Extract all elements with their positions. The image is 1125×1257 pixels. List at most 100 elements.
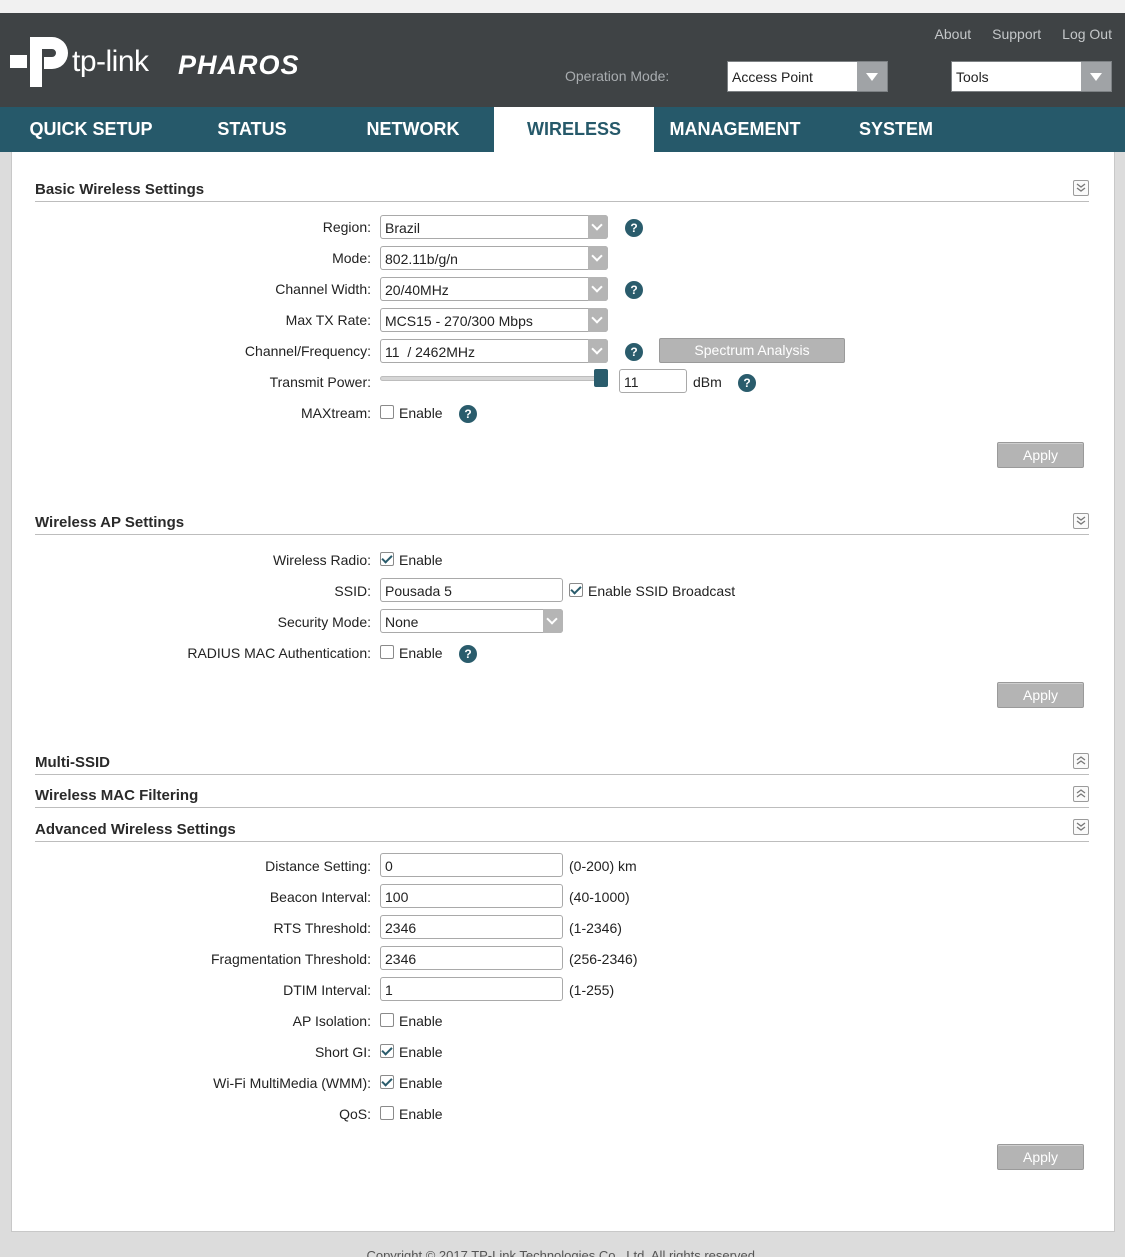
basic-apply-button[interactable]: Apply — [997, 442, 1084, 468]
content-panel: Basic Wireless Settings Region: Brazil ?… — [11, 152, 1115, 1232]
expand-multi-ssid-button[interactable] — [1073, 753, 1089, 769]
max-tx-rate-select[interactable]: MCS15 - 270/300 Mbps — [380, 308, 608, 332]
max-tx-rate-label: Max TX Rate: — [285, 312, 371, 328]
ssid-input[interactable]: Pousada 5 — [380, 578, 563, 602]
radius-mac-label: RADIUS MAC Authentication: — [187, 645, 371, 661]
tab-system[interactable]: SYSTEM — [816, 107, 976, 152]
tab-quick-setup[interactable]: QUICK SETUP — [11, 107, 171, 152]
channel-width-select[interactable]: 20/40MHz — [380, 277, 608, 301]
transmit-power-input[interactable]: 11 — [619, 369, 687, 393]
support-link[interactable]: Support — [992, 26, 1041, 42]
transmit-power-slider-track[interactable] — [380, 376, 602, 381]
tab-management[interactable]: MANAGEMENT — [655, 107, 815, 152]
maxtream-checkbox[interactable] — [380, 405, 394, 419]
rts-threshold-input[interactable]: 2346 — [380, 915, 563, 939]
mac-filtering-title[interactable]: Wireless MAC Filtering — [35, 787, 198, 804]
wireless-ap-title: Wireless AP Settings — [35, 514, 185, 531]
help-icon[interactable]: ? — [738, 374, 756, 392]
max-tx-rate-value: MCS15 - 270/300 Mbps — [385, 313, 533, 329]
operation-mode-select[interactable]: Access Point — [727, 61, 888, 92]
radius-mac-enable-label: Enable — [399, 645, 443, 661]
maxtream-label: MAXtream: — [300, 405, 371, 421]
security-mode-value: None — [385, 614, 419, 630]
fragmentation-threshold-input[interactable]: 2346 — [380, 946, 563, 970]
ssid-broadcast-label: Enable SSID Broadcast — [588, 583, 736, 599]
help-icon[interactable]: ? — [625, 281, 643, 299]
security-mode-label: Security Mode: — [277, 614, 371, 630]
radius-mac-checkbox[interactable] — [380, 645, 394, 659]
chevron-double-down-icon — [1076, 822, 1086, 831]
help-icon[interactable]: ? — [459, 405, 477, 423]
channel-frequency-label: Channel/Frequency: — [244, 343, 371, 359]
wireless-radio-checkbox[interactable] — [380, 552, 394, 566]
spectrum-analysis-button[interactable]: Spectrum Analysis — [659, 338, 845, 363]
qos-checkbox[interactable] — [380, 1106, 394, 1120]
security-mode-select[interactable]: None — [380, 609, 563, 633]
tools-select[interactable]: Tools — [951, 61, 1112, 92]
transmit-power-slider-handle[interactable] — [594, 369, 608, 387]
qos-enable-label: Enable — [399, 1106, 443, 1122]
beacon-interval-hint: (40-1000) — [569, 889, 630, 905]
beacon-interval-input[interactable]: 100 — [380, 884, 563, 908]
ssid-broadcast-checkbox[interactable] — [569, 583, 583, 597]
header: tp-link PHAROS About Support Log Out Ope… — [0, 13, 1125, 107]
distance-label: Distance Setting: — [265, 858, 371, 874]
footer-copyright: Copyright © 2017 TP-Link Technologies Co… — [366, 1248, 759, 1257]
section-divider — [35, 774, 1089, 775]
ssid-value: Pousada 5 — [385, 583, 452, 599]
logout-link[interactable]: Log Out — [1062, 26, 1112, 42]
window-top-strip — [0, 0, 1125, 13]
collapse-ap-button[interactable] — [1073, 513, 1089, 529]
transmit-power-label: Transmit Power: — [269, 374, 371, 390]
brand-name: tp-link — [72, 45, 149, 78]
collapse-advanced-button[interactable] — [1073, 819, 1089, 835]
chevron-double-up-icon — [1076, 789, 1086, 798]
wmm-checkbox[interactable] — [380, 1075, 394, 1089]
collapse-basic-button[interactable] — [1073, 180, 1089, 196]
beacon-interval-value: 100 — [385, 889, 409, 905]
tab-wireless[interactable]: WIRELESS — [494, 107, 654, 152]
transmit-power-unit: dBm — [693, 374, 722, 390]
tab-status[interactable]: STATUS — [172, 107, 332, 152]
channel-frequency-select[interactable]: 11 / 2462MHz — [380, 339, 608, 363]
help-icon[interactable]: ? — [459, 645, 477, 663]
dtim-interval-input[interactable]: 1 — [380, 977, 563, 1001]
help-icon[interactable]: ? — [625, 343, 643, 361]
chevron-down-icon — [857, 62, 887, 91]
wmm-label: Wi-Fi MultiMedia (WMM): — [213, 1075, 371, 1091]
advanced-apply-button[interactable]: Apply — [997, 1144, 1084, 1170]
ap-isolation-checkbox[interactable] — [380, 1013, 394, 1027]
distance-input[interactable]: 0 — [380, 853, 563, 877]
mode-value: 802.11b/g/n — [385, 251, 458, 267]
ap-apply-button[interactable]: Apply — [997, 682, 1084, 708]
dtim-interval-hint: (1-255) — [569, 982, 615, 998]
section-divider — [35, 201, 1089, 202]
mode-select[interactable]: 802.11b/g/n — [380, 246, 608, 270]
region-label: Region: — [322, 219, 371, 235]
mode-label: Mode: — [332, 250, 371, 266]
short-gi-checkbox[interactable] — [380, 1044, 394, 1058]
wireless-radio-enable-label: Enable — [399, 552, 443, 568]
operation-mode-value: Access Point — [732, 69, 813, 85]
chevron-double-down-icon — [1076, 183, 1086, 192]
multi-ssid-title[interactable]: Multi-SSID — [35, 754, 110, 771]
rts-threshold-label: RTS Threshold: — [273, 920, 371, 936]
section-divider — [35, 841, 1089, 842]
help-icon[interactable]: ? — [625, 219, 643, 237]
chevron-down-icon — [588, 246, 608, 270]
ap-isolation-label: AP Isolation: — [292, 1013, 371, 1029]
ap-isolation-enable-label: Enable — [399, 1013, 443, 1029]
about-link[interactable]: About — [935, 26, 972, 42]
expand-mac-filtering-button[interactable] — [1073, 786, 1089, 802]
distance-hint: (0-200) km — [569, 858, 637, 874]
short-gi-label: Short GI: — [314, 1044, 371, 1060]
dtim-interval-value: 1 — [385, 982, 393, 998]
region-value: Brazil — [385, 220, 421, 236]
product-name: PHAROS — [178, 50, 300, 80]
region-select[interactable]: Brazil — [380, 215, 608, 239]
tab-network[interactable]: NETWORK — [333, 107, 493, 152]
section-divider — [35, 534, 1089, 535]
chevron-down-icon — [1081, 62, 1111, 91]
beacon-interval-label: Beacon Interval: — [269, 889, 371, 905]
chevron-down-icon — [588, 277, 608, 301]
